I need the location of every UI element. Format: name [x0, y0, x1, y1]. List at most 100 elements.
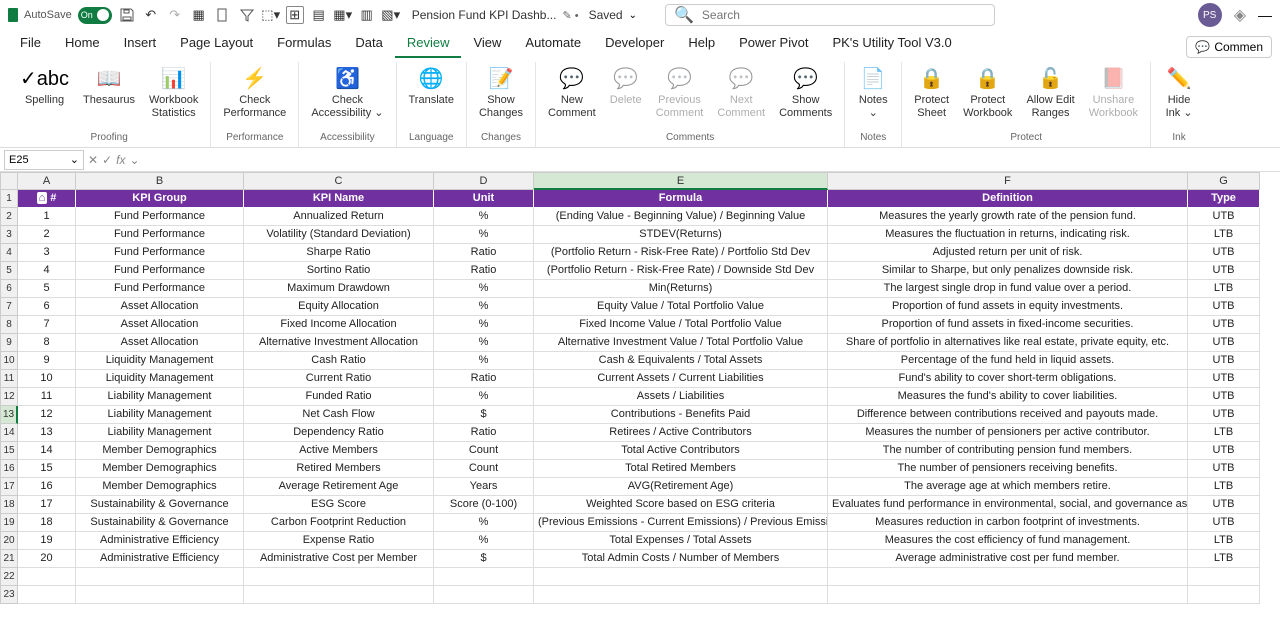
show-changes-button[interactable]: 📝ShowChanges	[473, 62, 529, 130]
row-header-15[interactable]: 15	[0, 442, 18, 460]
cancel-formula-icon[interactable]: ✕	[88, 153, 98, 167]
cell-B1[interactable]: KPI Group	[76, 190, 244, 208]
cell-C10[interactable]: Cash Ratio	[244, 352, 434, 370]
cell-B21[interactable]: Administrative Efficiency	[76, 550, 244, 568]
row-header-11[interactable]: 11	[0, 370, 18, 388]
cell-C22[interactable]	[244, 568, 434, 586]
cell-G8[interactable]: UTB	[1188, 316, 1260, 334]
row-header-4[interactable]: 4	[0, 244, 18, 262]
cell-A20[interactable]: 19	[18, 532, 76, 550]
cell-A19[interactable]: 18	[18, 514, 76, 532]
cell-D20[interactable]: %	[434, 532, 534, 550]
new-comment-button[interactable]: 💬NewComment	[542, 62, 602, 130]
cell-G22[interactable]	[1188, 568, 1260, 586]
tab-home[interactable]: Home	[53, 29, 112, 58]
cell-D5[interactable]: Ratio	[434, 262, 534, 280]
fx-icon[interactable]: fx	[116, 153, 125, 167]
cell-A13[interactable]: 12	[18, 406, 76, 424]
cell-B18[interactable]: Sustainability & Governance	[76, 496, 244, 514]
cell-C5[interactable]: Sortino Ratio	[244, 262, 434, 280]
cell-G16[interactable]: UTB	[1188, 460, 1260, 478]
chart-icon[interactable]: ▧▾	[382, 6, 400, 24]
cell-C2[interactable]: Annualized Return	[244, 208, 434, 226]
cell-A11[interactable]: 10	[18, 370, 76, 388]
cell-D18[interactable]: Score (0-100)	[434, 496, 534, 514]
row-header-23[interactable]: 23	[0, 586, 18, 604]
cell-F6[interactable]: The largest single drop in fund value ov…	[828, 280, 1188, 298]
tab-review[interactable]: Review	[395, 29, 462, 58]
autosave-toggle[interactable]: On	[78, 7, 112, 24]
cell-A15[interactable]: 14	[18, 442, 76, 460]
cell-D10[interactable]: %	[434, 352, 534, 370]
cell-A7[interactable]: 6	[18, 298, 76, 316]
check-performance-button[interactable]: ⚡CheckPerformance	[217, 62, 292, 130]
cell-B15[interactable]: Member Demographics	[76, 442, 244, 460]
cell-B5[interactable]: Fund Performance	[76, 262, 244, 280]
cell-E16[interactable]: Total Retired Members	[534, 460, 828, 478]
cell-E1[interactable]: Formula	[534, 190, 828, 208]
show-comments-button[interactable]: 💬ShowComments	[773, 62, 838, 130]
row-header-16[interactable]: 16	[0, 460, 18, 478]
cell-C15[interactable]: Active Members	[244, 442, 434, 460]
workbook-stats-button[interactable]: 📊WorkbookStatistics	[143, 62, 204, 130]
cell-E12[interactable]: Assets / Liabilities	[534, 388, 828, 406]
cell-D2[interactable]: %	[434, 208, 534, 226]
tab-data[interactable]: Data	[343, 29, 394, 58]
row-header-12[interactable]: 12	[0, 388, 18, 406]
paste-icon[interactable]	[214, 6, 232, 24]
check-accessibility-button[interactable]: ♿CheckAccessibility ⌄	[305, 62, 389, 130]
row-header-10[interactable]: 10	[0, 352, 18, 370]
cell-E18[interactable]: Weighted Score based on ESG criteria	[534, 496, 828, 514]
cell-A4[interactable]: 3	[18, 244, 76, 262]
cell-B4[interactable]: Fund Performance	[76, 244, 244, 262]
cell-E9[interactable]: Alternative Investment Value / Total Por…	[534, 334, 828, 352]
cell-B20[interactable]: Administrative Efficiency	[76, 532, 244, 550]
tab-page-layout[interactable]: Page Layout	[168, 29, 265, 58]
cell-G3[interactable]: LTB	[1188, 226, 1260, 244]
cell-F22[interactable]	[828, 568, 1188, 586]
row-header-3[interactable]: 3	[0, 226, 18, 244]
cell-E14[interactable]: Retirees / Active Contributors	[534, 424, 828, 442]
cell-E6[interactable]: Min(Returns)	[534, 280, 828, 298]
row-header-17[interactable]: 17	[0, 478, 18, 496]
cell-G7[interactable]: UTB	[1188, 298, 1260, 316]
cell-C18[interactable]: ESG Score	[244, 496, 434, 514]
cell-F10[interactable]: Percentage of the fund held in liquid as…	[828, 352, 1188, 370]
cell-A8[interactable]: 7	[18, 316, 76, 334]
row-header-6[interactable]: 6	[0, 280, 18, 298]
cell-A18[interactable]: 17	[18, 496, 76, 514]
column-header-G[interactable]: G	[1188, 172, 1260, 190]
cell-C21[interactable]: Administrative Cost per Member	[244, 550, 434, 568]
cell-C14[interactable]: Dependency Ratio	[244, 424, 434, 442]
row-header-20[interactable]: 20	[0, 532, 18, 550]
cell-B16[interactable]: Member Demographics	[76, 460, 244, 478]
cell-C3[interactable]: Volatility (Standard Deviation)	[244, 226, 434, 244]
cell-F15[interactable]: The number of contributing pension fund …	[828, 442, 1188, 460]
cell-A17[interactable]: 16	[18, 478, 76, 496]
cell-A12[interactable]: 11	[18, 388, 76, 406]
name-box[interactable]: E25⌄	[4, 150, 84, 170]
cell-G5[interactable]: UTB	[1188, 262, 1260, 280]
cell-F16[interactable]: The number of pensioners receiving benef…	[828, 460, 1188, 478]
cell-F2[interactable]: Measures the yearly growth rate of the p…	[828, 208, 1188, 226]
protect-sheet-button[interactable]: 🔒ProtectSheet	[908, 62, 955, 130]
cell-E15[interactable]: Total Active Contributors	[534, 442, 828, 460]
select-all-corner[interactable]	[0, 172, 18, 190]
translate-button[interactable]: 🌐Translate	[403, 62, 460, 130]
tab-view[interactable]: View	[461, 29, 513, 58]
save-icon[interactable]	[118, 6, 136, 24]
cell-G18[interactable]: UTB	[1188, 496, 1260, 514]
row-header-8[interactable]: 8	[0, 316, 18, 334]
cell-F5[interactable]: Similar to Sharpe, but only penalizes do…	[828, 262, 1188, 280]
cell-E11[interactable]: Current Assets / Current Liabilities	[534, 370, 828, 388]
cell-E22[interactable]	[534, 568, 828, 586]
cell-C6[interactable]: Maximum Drawdown	[244, 280, 434, 298]
sort-icon[interactable]: ⬚▾	[262, 6, 280, 24]
cell-D22[interactable]	[434, 568, 534, 586]
notes-button[interactable]: 📄Notes⌄	[851, 62, 895, 130]
cell-C1[interactable]: KPI Name	[244, 190, 434, 208]
cell-E4[interactable]: (Portfolio Return - Risk-Free Rate) / Po…	[534, 244, 828, 262]
cell-D12[interactable]: %	[434, 388, 534, 406]
cell-F14[interactable]: Measures the number of pensioners per ac…	[828, 424, 1188, 442]
cell-D1[interactable]: Unit	[434, 190, 534, 208]
